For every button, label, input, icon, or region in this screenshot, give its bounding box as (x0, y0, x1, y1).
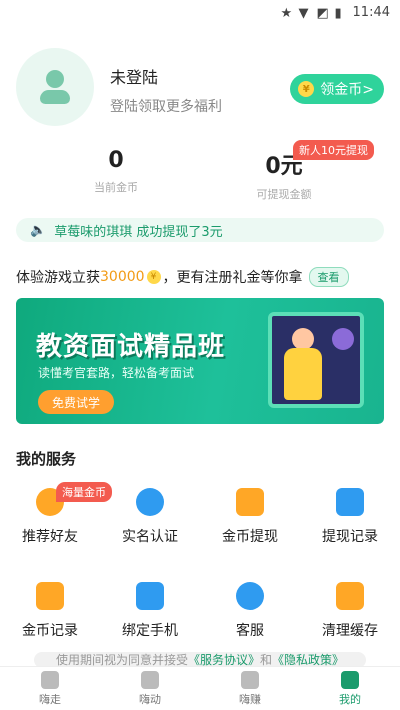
star-icon: ★ (280, 6, 293, 21)
service-coin-history[interactable]: 金币记录 (0, 582, 100, 640)
tab-walk[interactable]: 嗨走 (0, 667, 100, 710)
tab-me[interactable]: 我的 (300, 667, 400, 710)
coin-stack-icon (36, 582, 64, 610)
game-promo: 体验游戏立获 30000 ¥ ，更有注册礼金等你拿 查看 (16, 266, 384, 288)
person-body-shape (284, 348, 322, 400)
service-withdraw-coins[interactable]: 金币提现 (200, 488, 300, 546)
coins-label: 当前金币 (94, 181, 138, 194)
tab-label: 嗨走 (39, 692, 61, 706)
promo-suffix: ，更有注册礼金等你拿 (162, 270, 303, 286)
avatar-body-shape (40, 90, 70, 104)
walk-icon (41, 670, 59, 689)
get-coins-button[interactable]: ¥ 领金币> (290, 74, 384, 104)
planet-icon (332, 328, 354, 350)
promo-banner[interactable]: 教资面试精品班 读懂考官套路，轻松备考面试 免费试学 (16, 298, 384, 424)
avatar-head-shape (46, 70, 64, 88)
free-trial-button[interactable]: 免费试学 (38, 390, 115, 414)
service-agreement-link[interactable]: 《服务协议》 (188, 653, 260, 667)
promo-prefix: 体验游戏立获 (16, 270, 100, 286)
no-sim-icon: ◩ (316, 6, 329, 21)
coin-icon (241, 670, 259, 689)
tab-label: 我的 (339, 692, 361, 706)
service-label: 推荐好友 (22, 529, 78, 545)
profile-header: 未登陆 登陆领取更多福利 ¥ 领金币> (16, 48, 384, 128)
person-head-shape (292, 328, 314, 350)
new-user-badge: 新人10元提现 (293, 140, 374, 160)
banner-title: 教资面试精品班 (36, 332, 226, 362)
tab-label: 嗨赚 (239, 692, 261, 706)
get-coins-label: 领金币> (320, 82, 374, 98)
battery-icon: ▮ (334, 6, 342, 21)
service-label: 清理缓存 (322, 623, 378, 639)
services-title: 我的服务 (16, 450, 77, 468)
promo-amount: 30000 (100, 269, 145, 285)
service-label: 客服 (236, 623, 264, 639)
banner-subtitle: 读懂考官套路，轻松备考面试 (38, 366, 195, 380)
service-label: 金币提现 (222, 529, 278, 545)
coin-icon: ¥ (298, 81, 315, 97)
tab-earn[interactable]: 嗨赚 (200, 667, 300, 710)
service-label: 实名认证 (122, 529, 178, 545)
service-verify-identity[interactable]: 实名认证 (100, 488, 200, 546)
coins-stat: 0 当前金币 (36, 148, 196, 195)
notice-prefix: 使用期间视为同意并接受 (55, 653, 188, 667)
login-title[interactable]: 未登陆 (110, 64, 158, 88)
clipboard-icon (336, 488, 364, 516)
tab-exercise[interactable]: 嗨动 (100, 667, 200, 710)
ticker-text: 草莓味的琪琪 成功提现了3元 (54, 224, 223, 240)
speaker-icon: 🔈 (30, 222, 47, 238)
tab-label: 嗨动 (139, 692, 161, 706)
wallet-icon (236, 488, 264, 516)
service-recommend-friends[interactable]: 推荐好友 海量金币 (0, 482, 112, 546)
service-clear-cache[interactable]: 清理缓存 (300, 582, 400, 640)
id-card-icon (136, 488, 164, 516)
service-customer-support[interactable]: 客服 (200, 582, 300, 640)
login-subtitle[interactable]: 登陆领取更多福利 (110, 96, 222, 116)
headset-icon (236, 582, 264, 610)
avatar[interactable] (16, 48, 94, 126)
broom-icon (336, 582, 364, 610)
service-bind-phone[interactable]: 绑定手机 (100, 582, 200, 640)
service-label: 金币记录 (22, 623, 78, 639)
phone-icon (136, 582, 164, 610)
withdraw-ticker: 🔈 草莓味的琪琪 成功提现了3元 (16, 218, 384, 242)
bottom-tab-bar: 嗨走 嗨动 嗨赚 我的 (0, 666, 400, 710)
service-label: 绑定手机 (122, 623, 178, 639)
privacy-policy-link[interactable]: 《隐私政策》 (272, 653, 344, 667)
service-label: 提现记录 (322, 529, 378, 545)
coins-value: 0 (108, 148, 124, 173)
user-icon (341, 670, 359, 689)
notice-middle: 和 (260, 653, 273, 667)
service-withdraw-history[interactable]: 提现记录 (300, 488, 400, 546)
status-time: 11:44 (352, 4, 390, 20)
coin-icon: ¥ (146, 270, 161, 284)
banner-illustration (250, 308, 378, 420)
status-bar: ★ ▼ ◩ ▮ 11:44 (0, 0, 400, 24)
view-button[interactable]: 查看 (308, 267, 349, 287)
wallet-stats: 0 当前金币 0元 可提现金额 新人10元提现 (0, 140, 400, 208)
wifi-icon: ▼ (298, 6, 309, 21)
cash-label: 可提现金额 (256, 188, 312, 201)
dumbbell-icon (141, 670, 159, 689)
